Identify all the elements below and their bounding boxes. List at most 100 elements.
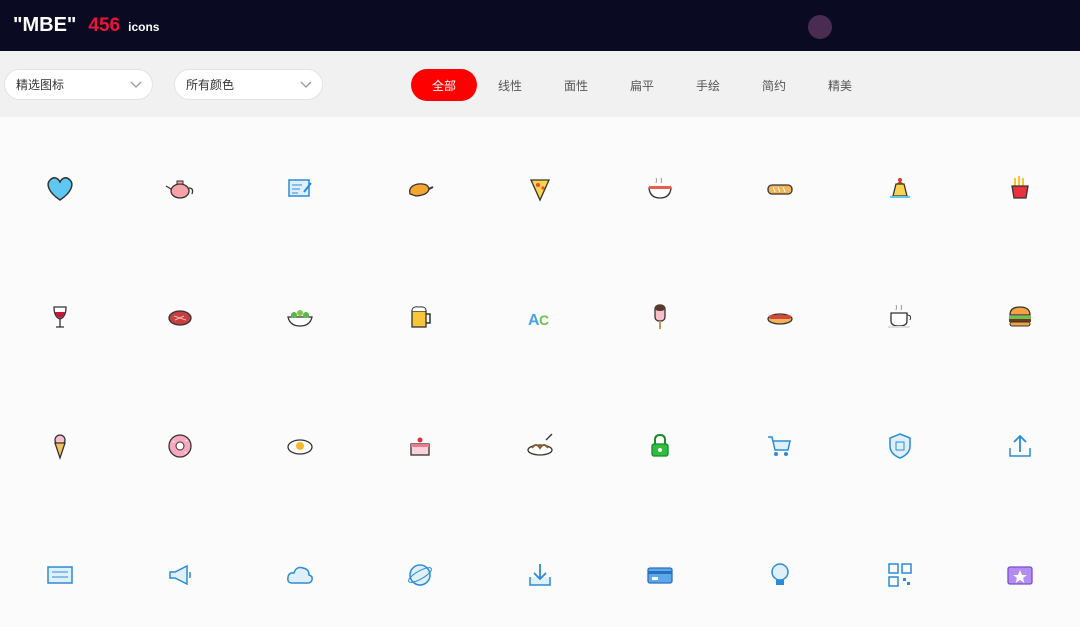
document-icon	[280, 170, 320, 206]
hotdog-icon	[760, 299, 800, 335]
icon-card[interactable]: MBE风格多色图...	[960, 507, 1080, 607]
color-select[interactable]: 所有颜色	[174, 69, 323, 100]
globe-icon	[400, 557, 440, 593]
icon-card[interactable]: mbe风格_热狗	[720, 249, 840, 349]
icon-label: MBE风格常用图...	[482, 605, 598, 607]
icon-label: MBE风格，教育...	[482, 347, 598, 349]
icon-label: mbe风格_汉堡包	[962, 347, 1078, 349]
tab-fine[interactable]: 精美	[807, 69, 873, 101]
wine-icon	[40, 299, 80, 335]
icon-grid: mbe-爱心 mbe风格_茶 MBE风格常用图... mbe风格_炸鸡 mbe风格_披萨…	[0, 117, 1080, 627]
icon-card[interactable]: MBE风格常用图...	[840, 507, 960, 607]
tab-line[interactable]: 线性	[477, 69, 543, 101]
icon-label: mbe风格_布丁	[842, 218, 958, 220]
icon-card[interactable]: MBE风格常用图...	[720, 507, 840, 607]
cart-icon	[760, 428, 800, 464]
icon-label: mbe风格_浓汤	[602, 218, 718, 220]
icon-card[interactable]: mbe风格_红酒	[0, 249, 120, 349]
icon-card[interactable]: MBE风格常用图...	[0, 507, 120, 607]
burger-icon	[1000, 299, 1040, 335]
icon-label: MBE风格多色图...	[962, 605, 1078, 607]
icon-count: 456	[88, 15, 121, 36]
icon-label: mbe风格_甜甜圈	[122, 476, 238, 478]
icon-label: mbe风格_面包	[722, 218, 838, 220]
icon-card[interactable]: MBE风格常用图...	[240, 507, 360, 607]
popsicle-icon	[640, 299, 680, 335]
steak-icon	[160, 299, 200, 335]
icon-card[interactable]: MBE风格多色图...	[600, 378, 720, 478]
icon-card[interactable]: mbe风格_草莓蛋...	[360, 378, 480, 478]
icon-label: MBE风格多色图...	[602, 476, 718, 478]
star-box-icon	[1000, 557, 1040, 593]
icon-card[interactable]: mbe风格_冰淇淋	[0, 378, 120, 478]
icon-label: MBE风格常用图...	[842, 476, 958, 478]
tab-handdrawn[interactable]: 手绘	[675, 69, 741, 101]
icon-card[interactable]: mbe-爱心	[0, 120, 120, 220]
tab-all[interactable]: 全部	[411, 69, 477, 101]
card-icon	[640, 557, 680, 593]
icon-card[interactable]: AC MBE风格，教育...	[480, 249, 600, 349]
download-icon	[520, 557, 560, 593]
icon-label: MBE风格多色图...	[602, 605, 718, 607]
category-select-value: 精选图标	[16, 78, 65, 92]
icon-label: MBE风格常用图...	[962, 476, 1078, 478]
icon-label: mbe风格_冰淇淋	[2, 476, 118, 478]
beer-icon	[400, 299, 440, 335]
icon-label: mbe风格_红酒	[2, 347, 118, 349]
svg-text:C: C	[539, 312, 549, 328]
icon-label: MBE风格常用图...	[722, 605, 838, 607]
fries-icon	[1000, 170, 1040, 206]
icon-label: MBE风格常用图...	[122, 605, 238, 607]
avatar[interactable]	[808, 15, 832, 39]
icon-card[interactable]: MBE风格多色图...	[600, 507, 720, 607]
color-select-value: 所有颜色	[186, 78, 235, 92]
filter-toolbar: 精选图标 所有颜色 全部 线性 面性 扁平 手绘 简约 精美	[0, 51, 1080, 117]
icon-label: mbe风格_鸡蛋吐...	[242, 476, 358, 478]
icon-card[interactable]: mbe风格-意大利面	[480, 378, 600, 478]
cake-icon	[400, 428, 440, 464]
icon-card[interactable]: mbe风格_鸡蛋吐...	[240, 378, 360, 478]
tab-simple[interactable]: 简约	[741, 69, 807, 101]
icon-card[interactable]: mbe风格_布丁	[840, 120, 960, 220]
page-title: "MBE" 456 icons	[13, 14, 159, 37]
icon-card[interactable]: mbe风格_茶	[120, 120, 240, 220]
icon-card[interactable]: MBE风格常用图...	[360, 507, 480, 607]
icon-label: mbe风格_薯条	[962, 218, 1078, 220]
icon-card[interactable]: mbe风格_披萨	[480, 120, 600, 220]
icon-card[interactable]: MBE风格常用图...	[960, 378, 1080, 478]
icon-label: mbe风格_热狗	[722, 347, 838, 349]
icon-card[interactable]: mbe风格_咖啡	[840, 249, 960, 349]
tab-flat[interactable]: 扁平	[609, 69, 675, 101]
icon-card[interactable]: MBE风格常用图...	[240, 120, 360, 220]
cloud-icon	[280, 557, 320, 593]
icon-card[interactable]: mbe风格_炸鸡	[360, 120, 480, 220]
icon-card[interactable]: mbe风格_雪糕	[600, 249, 720, 349]
icon-card[interactable]: mbe风格_面包	[720, 120, 840, 220]
icon-card[interactable]: mbe风格_薯条	[960, 120, 1080, 220]
icon-card[interactable]: MBE风格常用图...	[840, 378, 960, 478]
abc-icon: AC	[520, 299, 560, 335]
icon-card[interactable]: mbe风格_沙拉	[240, 249, 360, 349]
icon-card[interactable]: mbe风格_浓汤	[600, 120, 720, 220]
icon-label: mbe风格-意大利面	[482, 476, 598, 478]
bread-icon	[760, 170, 800, 206]
qrcode-icon	[880, 557, 920, 593]
egg-icon	[280, 428, 320, 464]
icon-card[interactable]: mbe风格_汉堡包	[960, 249, 1080, 349]
icon-card[interactable]: mbe风格_啤酒	[360, 249, 480, 349]
icon-card[interactable]: mbe风格_牛扒	[120, 249, 240, 349]
pizza-icon	[520, 170, 560, 206]
icon-card[interactable]: MBE风格常用图...	[120, 507, 240, 607]
icon-label: mbe风格_雪糕	[602, 347, 718, 349]
icon-label: mbe风格_啤酒	[362, 347, 478, 349]
bulb-icon	[760, 557, 800, 593]
top-header: "MBE" 456 icons	[0, 0, 1080, 51]
category-select[interactable]: 精选图标	[4, 69, 153, 100]
icon-card[interactable]: MBE风格常用图...	[720, 378, 840, 478]
icon-card[interactable]: MBE风格常用图...	[480, 507, 600, 607]
icon-label: MBE风格常用图...	[242, 605, 358, 607]
icon-card[interactable]: mbe风格_甜甜圈	[120, 378, 240, 478]
icon-label: mbe-爱心	[2, 218, 118, 220]
tab-fill[interactable]: 面性	[543, 69, 609, 101]
icon-label: mbe风格_咖啡	[842, 347, 958, 349]
